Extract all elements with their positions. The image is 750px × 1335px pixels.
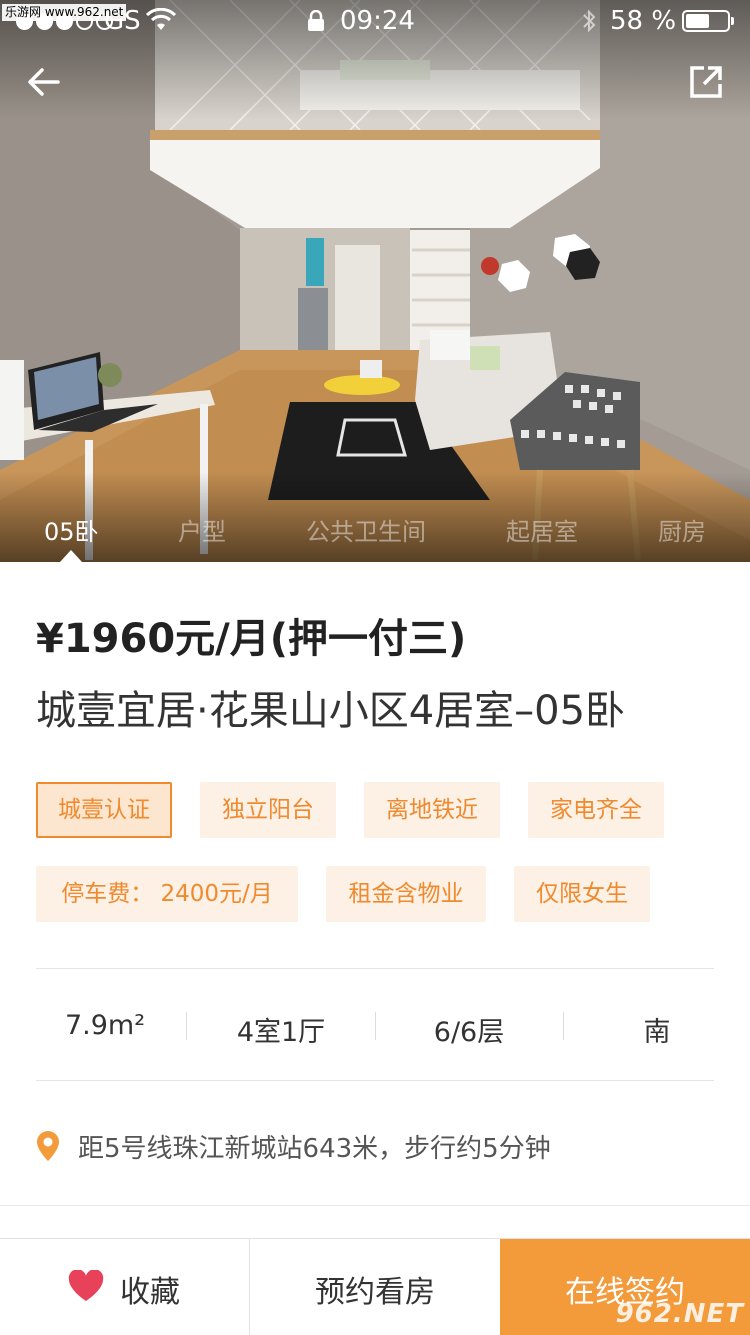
share-button[interactable] [684,60,728,104]
tab-kitchen[interactable]: 厨房 [658,512,706,547]
spec-orientation: 南 [643,1017,671,1048]
tag-women-only: 仅限女生 [514,866,650,922]
heart-icon [68,1270,104,1301]
tag-private-balcony: 独立阳台 [200,782,336,838]
metro-distance: 距5号线珠江新城站643米，步行约5分钟 [78,1134,551,1164]
divider [375,1012,376,1040]
sign-online-button[interactable]: 在线签约 962.NET [500,1239,750,1335]
favorite-label: 收藏 [120,1275,180,1310]
room-photo[interactable]: GS 09:24 58 % 乐游网 www.962.net 05卧 户型 公共卫… [0,0,750,562]
tag-near-metro: 离地铁近 [364,782,500,838]
photo-category-tabs: 05卧 户型 公共卫生间 起居室 厨房 [0,508,750,562]
favorite-button[interactable]: 收藏 [0,1239,249,1335]
divider [0,1205,750,1206]
tag-rent-includes-property-fee: 租金含物业 [326,866,486,922]
divider [186,1012,187,1040]
tag-full-appliances: 家电齐全 [528,782,664,838]
active-tab-indicator [60,550,82,562]
battery-icon [682,10,734,32]
divider [36,968,714,969]
bottom-action-bar: 收藏 预约看房 在线签约 962.NET [0,1238,750,1335]
divider [36,1080,714,1081]
listing-title: 城壹宜居·花果山小区4居室–05卧 [36,688,626,734]
bluetooth-icon [582,9,596,40]
book-viewing-button[interactable]: 预约看房 [250,1239,500,1335]
battery-percent: 58 % [610,6,677,36]
rent-price: ¥1960元/月(押一付三) [36,616,467,662]
watermark-top: 乐游网 www.962.net [2,4,127,21]
spec-floor: 6/6层 [433,1017,505,1048]
wifi-icon [145,7,177,39]
tab-floor-plan[interactable]: 户型 [178,512,226,547]
tab-living-room[interactable]: 起居室 [506,512,578,547]
orientation-lock-icon [307,9,325,39]
tab-bedroom-05[interactable]: 05卧 [44,512,99,547]
back-arrow-icon [28,68,60,96]
tab-public-bathroom[interactable]: 公共卫生间 [306,512,426,547]
divider [563,1012,564,1040]
book-viewing-label: 预约看房 [315,1275,435,1310]
clock: 09:24 [340,6,415,36]
back-button[interactable] [22,60,66,104]
share-external-icon [690,66,722,98]
tag-parking-fee: 停车费： 2400元/月 [36,866,298,922]
spec-layout: 4室1厅 [236,1017,326,1048]
spec-area: 7.9m² [64,1010,146,1041]
watermark-bottom: 962.NET [615,1299,744,1329]
location-pin-icon [37,1131,59,1161]
tag-certified: 城壹认证 [36,782,172,838]
room-specs: 7.9m² 4室1厅 6/6层 南 [36,970,714,1080]
